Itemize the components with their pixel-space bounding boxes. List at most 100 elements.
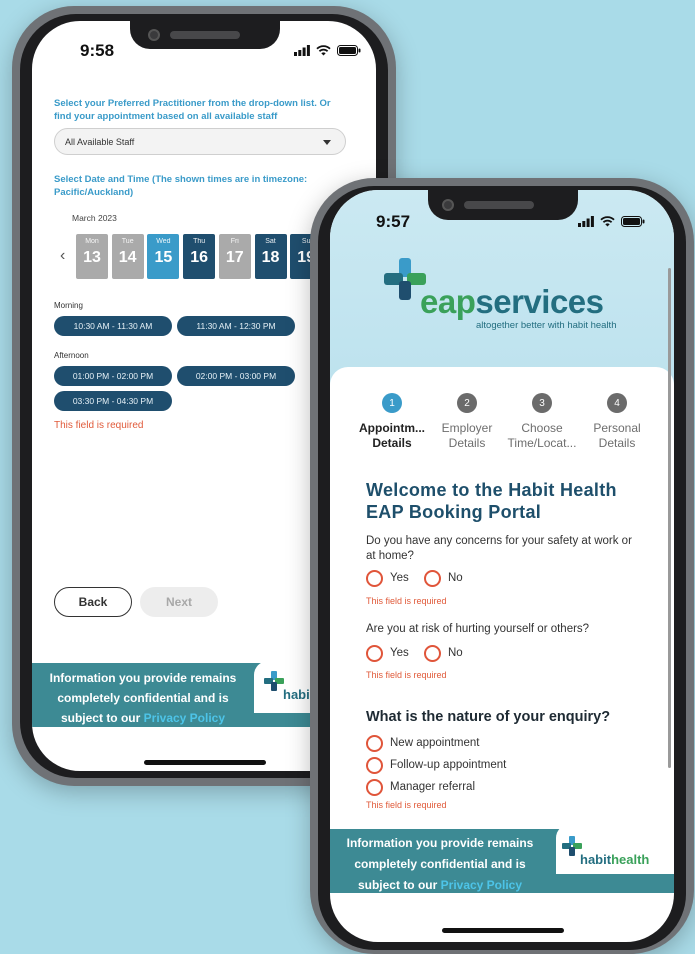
wifi-icon	[316, 45, 331, 56]
time-slot-button[interactable]: 01:00 PM - 02:00 PM	[54, 366, 172, 386]
month-label: March 2023	[72, 213, 117, 223]
footer-line-3: subject to our Privacy Policy	[334, 875, 546, 896]
footer-line-3: subject to our Privacy Policy	[38, 708, 248, 728]
brand-name-part-1: eap	[420, 283, 476, 320]
day-name: Thu	[193, 238, 206, 245]
welcome-title-line-2: EAP Booking Portal	[366, 502, 542, 522]
privacy-policy-link[interactable]: Privacy Policy	[144, 711, 225, 725]
day-tue: Tue 14	[111, 234, 144, 279]
enquiry-title: What is the nature of your enquiry?	[366, 709, 611, 725]
practitioner-dropdown[interactable]: All Available Staff	[54, 128, 346, 155]
battery-icon	[337, 45, 361, 56]
safety-question: Do you have any concerns for your safety…	[366, 535, 632, 562]
step-label-line-1: Appointm...	[359, 421, 425, 435]
step-4-label: Personal Details	[579, 421, 655, 451]
status-icons	[578, 216, 645, 227]
privacy-policy-link[interactable]: Privacy Policy	[441, 878, 522, 892]
signal-icon	[578, 216, 594, 227]
day-name: Fri	[230, 238, 239, 245]
notch	[130, 21, 280, 49]
step-3-indicator[interactable]: 3	[532, 393, 552, 413]
step-label-line-2: Details	[598, 436, 636, 450]
step-4-indicator[interactable]: 4	[607, 393, 627, 413]
risk-yes-radio[interactable]	[366, 645, 383, 662]
next-button[interactable]: Next	[140, 587, 218, 617]
afternoon-label: Afternoon	[54, 351, 89, 360]
day-number: 17	[225, 249, 244, 266]
enquiry-option-label: Follow-up appointment	[390, 759, 507, 771]
step-label-line-1: Choose	[521, 421, 563, 435]
camera	[442, 199, 454, 211]
footer-line-2: completely confidential and is	[57, 691, 229, 705]
safety-no-label: No	[448, 572, 463, 584]
time-slot-button[interactable]: 11:30 AM - 12:30 PM	[177, 316, 295, 336]
status-time: 9:58	[80, 41, 115, 60]
enquiry-option-radio[interactable]	[366, 735, 383, 752]
risk-no-radio[interactable]	[424, 645, 441, 662]
enquiry-option-radio[interactable]	[366, 757, 383, 774]
step-3-label: Choose Time/Locat...	[504, 421, 580, 451]
risk-error: This field is required	[366, 670, 447, 680]
back-button[interactable]: Back	[54, 587, 132, 617]
step-label-line-1: Personal	[593, 421, 641, 435]
phone-right: 9:57 eapservices altogether better with …	[310, 178, 694, 954]
step-1-indicator[interactable]: 1	[382, 393, 402, 413]
habit-health-logo-icon	[562, 836, 582, 856]
day-name: Wed	[156, 238, 171, 245]
morning-label: Morning	[54, 301, 83, 310]
practitioner-instruction: Select your Preferred Practitioner from …	[54, 98, 331, 122]
safety-yes-radio[interactable]	[366, 570, 383, 587]
chevron-down-icon	[323, 140, 331, 145]
time-slot-button[interactable]: 03:30 PM - 04:30 PM	[54, 391, 172, 411]
camera	[148, 29, 160, 41]
enquiry-option-label: New appointment	[390, 737, 480, 749]
time-slot-button[interactable]: 10:30 AM - 11:30 AM	[54, 316, 172, 336]
day-fri: Fri 17	[218, 234, 251, 279]
step-2-indicator[interactable]: 2	[457, 393, 477, 413]
risk-yes-label: Yes	[390, 647, 409, 659]
speaker	[170, 31, 240, 39]
footer-logo-text-1: habit	[580, 852, 612, 867]
prev-week-arrow[interactable]: ‹	[60, 247, 65, 265]
wifi-icon	[600, 216, 615, 227]
welcome-title: Welcome to the Habit Health EAP Booking …	[366, 479, 656, 523]
home-indicator	[144, 760, 266, 765]
phone-right-screen: 9:57 eapservices altogether better with …	[330, 190, 674, 942]
day-number: 16	[190, 249, 208, 266]
safety-no-radio[interactable]	[424, 570, 441, 587]
footer-text: Information you provide remains complete…	[334, 833, 546, 896]
battery-icon	[621, 216, 645, 227]
notch	[428, 190, 578, 220]
day-name: Tue	[121, 238, 134, 245]
enquiry-option-radio[interactable]	[366, 779, 383, 796]
footer-logo-text: habithealth	[580, 852, 649, 867]
footer-line-3-text: subject to our	[60, 711, 144, 725]
brand-name: eapservices	[420, 284, 604, 320]
day-mon: Mon 13	[76, 234, 108, 279]
footer-line-1: Information you provide remains	[346, 836, 534, 850]
footer-line-2: completely confidential and is	[354, 857, 526, 871]
home-indicator	[442, 928, 564, 933]
day-sat[interactable]: Sat 18	[254, 234, 287, 279]
day-name: Sat	[265, 238, 276, 245]
safety-error: This field is required	[366, 596, 447, 606]
datetime-instruction: Select Date and Time (The shown times ar…	[54, 174, 308, 198]
safety-yes-label: Yes	[390, 572, 409, 584]
day-number: 14	[118, 249, 137, 266]
day-wed[interactable]: Wed 15	[147, 234, 180, 279]
day-number: 18	[261, 249, 280, 266]
time-slot-button[interactable]: 02:00 PM - 03:00 PM	[177, 366, 295, 386]
scrollbar[interactable]	[668, 268, 671, 768]
welcome-title-line-1: Welcome to the Habit Health	[366, 480, 617, 500]
brand-name-part-2: services	[475, 283, 604, 320]
error-message: This field is required	[54, 420, 144, 431]
step-label-line-1: Employer	[441, 421, 493, 435]
step-2-label: Employer Details	[429, 421, 505, 451]
step-1-label: Appointm... Details	[354, 421, 430, 451]
day-name: Mon	[85, 238, 99, 245]
step-label-line-2: Details	[448, 436, 486, 450]
risk-question: Are you at risk of hurting yourself or o…	[366, 623, 590, 635]
status-icons	[294, 45, 361, 56]
signal-icon	[294, 45, 310, 56]
day-thu[interactable]: Thu 16	[183, 234, 216, 279]
